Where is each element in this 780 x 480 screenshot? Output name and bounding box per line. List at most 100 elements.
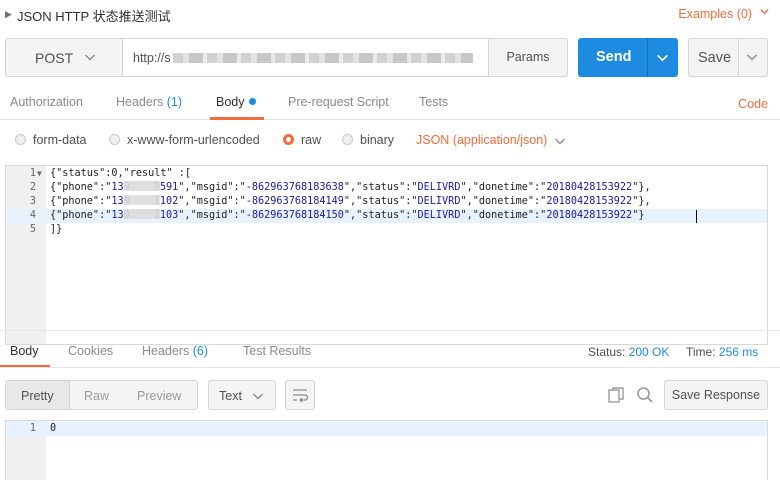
radio-urlencoded[interactable]: x-www-form-urlencoded [109,133,260,147]
redacted-url [173,53,473,63]
request-url-bar: POST http://s Params [5,38,568,77]
code-line: 2 {"phone":"139 0591","msgid":"-862963768… [6,181,767,195]
copy-icon[interactable] [607,386,625,404]
format-label: Text [219,389,242,403]
radio-raw[interactable]: raw [283,133,321,147]
response-body-viewer[interactable]: 1 0 [5,420,768,480]
request-tabs: Authorization Headers (1) Body Pre-reque… [0,90,780,120]
url-input[interactable]: http://s [123,39,488,76]
raw-mode-button[interactable]: Raw [84,389,109,403]
request-title-bar: ▶ JSON HTTP 状态推送测试 Examples (0) [0,0,780,30]
status-value: DELIVRD [417,196,461,207]
code-line: 5 ]} [6,223,767,237]
tab-headers[interactable]: Headers (1) [116,95,182,109]
preview-mode-button[interactable]: Preview [137,389,181,403]
response-code-line: 1 0 [6,422,767,436]
response-tab-headers[interactable]: Headers (6) [142,344,208,358]
radio-label: binary [360,133,395,147]
save-divider [738,39,739,76]
donetime-value: 20180428153922 [546,196,633,207]
code-line-active: 4 {"phone":"139 1103","msgid":"-862963768… [6,209,767,223]
donetime-value: 20180428153922 [546,210,633,221]
collapse-triangle-icon[interactable]: ▶ [5,9,12,20]
redacted-digits [123,195,160,205]
headers-count: (1) [166,95,183,109]
chevron-down-icon [85,54,95,61]
fold-arrow-icon[interactable]: ▼ [37,167,42,181]
save-response-button[interactable]: Save Response [664,380,768,410]
url-text: http://s [133,51,171,65]
status-value: 200 OK [628,345,670,359]
modified-dot-icon [248,98,256,105]
request-title[interactable]: JSON HTTP 状态推送测试 [17,6,171,25]
donetime-value: 20180428153922 [546,182,633,193]
radio-circle-icon [109,134,120,145]
send-label: Send [596,49,632,65]
wrap-lines-button[interactable] [285,380,315,410]
response-status: Status: 200 OK [588,345,669,359]
request-body-editor[interactable]: 1 ▼ {"status":0,"result" :[ 2 {"phone":"… [5,165,768,345]
line-number: 4 [29,210,36,221]
response-time: Time: 256 ms [686,345,758,359]
chevron-down-icon[interactable] [656,51,669,64]
response-tab-test-results[interactable]: Test Results [243,344,311,358]
active-tab-indicator [210,117,264,120]
tab-prerequest-script[interactable]: Pre-request Script [288,95,389,109]
row-tail: }, [638,196,651,207]
tab-body-label: Body [216,95,245,109]
radio-binary[interactable]: binary [342,133,394,147]
code-text: {"phone":"139 1103","msgid":"-86296376818… [50,209,645,221]
code-line: 3 {"phone":"139 1102","msgid":"-862963768… [6,195,767,209]
chevron-down-icon[interactable] [554,135,566,147]
code-line: 1 ▼ {"status":0,"result" :[ [6,167,767,181]
response-tab-cookies[interactable]: Cookies [68,344,113,358]
tab-tests[interactable]: Tests [419,95,448,109]
response-tabs-divider [0,367,780,368]
radio-form-data[interactable]: form-data [15,133,87,147]
save-button[interactable]: Save [688,38,768,77]
response-headers-count: (6) [192,344,209,358]
msgid-value: -862963768183638 [245,182,344,193]
save-label: Save [698,50,732,66]
params-button[interactable]: Params [488,39,567,76]
chevron-down-icon[interactable] [759,6,770,17]
section-divider [0,330,780,331]
body-type-selector: form-data x-www-form-urlencoded raw bina… [0,128,780,154]
line-number: 2 [29,182,36,193]
method-select[interactable]: POST [6,39,123,76]
response-tab-body[interactable]: Body [10,344,39,358]
redacted-digits [123,181,160,191]
content-type-dropdown[interactable]: JSON (application/json) [416,133,547,147]
line-number: 1 [29,168,36,179]
code-text: {"status":0,"result" :[ [50,168,192,179]
status-label: Status: [588,345,626,359]
radio-label: raw [301,133,322,147]
redacted-digits [123,209,160,219]
tab-authorization[interactable]: Authorization [10,95,83,109]
response-view-mode: Pretty Raw Preview [5,380,198,410]
search-icon[interactable] [636,386,654,404]
line-number: 5 [29,224,36,235]
line-number: 3 [29,196,36,207]
code-text: ]} [50,224,63,235]
examples-dropdown[interactable]: Examples (0) [678,7,752,21]
response-tab-headers-label: Headers [142,344,190,358]
pretty-mode-button[interactable]: Pretty [21,389,54,403]
chevron-down-icon[interactable] [746,51,758,63]
response-content: 0 [50,423,57,434]
row-tail: } [638,210,645,221]
method-label: POST [35,50,74,66]
tab-headers-label: Headers [116,95,164,109]
code-link[interactable]: Code [738,97,768,111]
wrap-lines-icon [293,389,309,403]
radio-circle-icon [342,134,353,145]
code-text: {"phone":"139 1102","msgid":"-86296376818… [50,195,651,207]
msgid-value: -862963768184150 [245,210,344,221]
status-value: DELIVRD [417,182,461,193]
radio-circle-icon [283,134,294,145]
tab-body[interactable]: Body [216,95,256,109]
row-tail: }, [638,182,651,193]
status-value: DELIVRD [417,210,461,221]
response-format-select[interactable]: Text [208,380,276,410]
send-button[interactable]: Send [578,38,678,77]
